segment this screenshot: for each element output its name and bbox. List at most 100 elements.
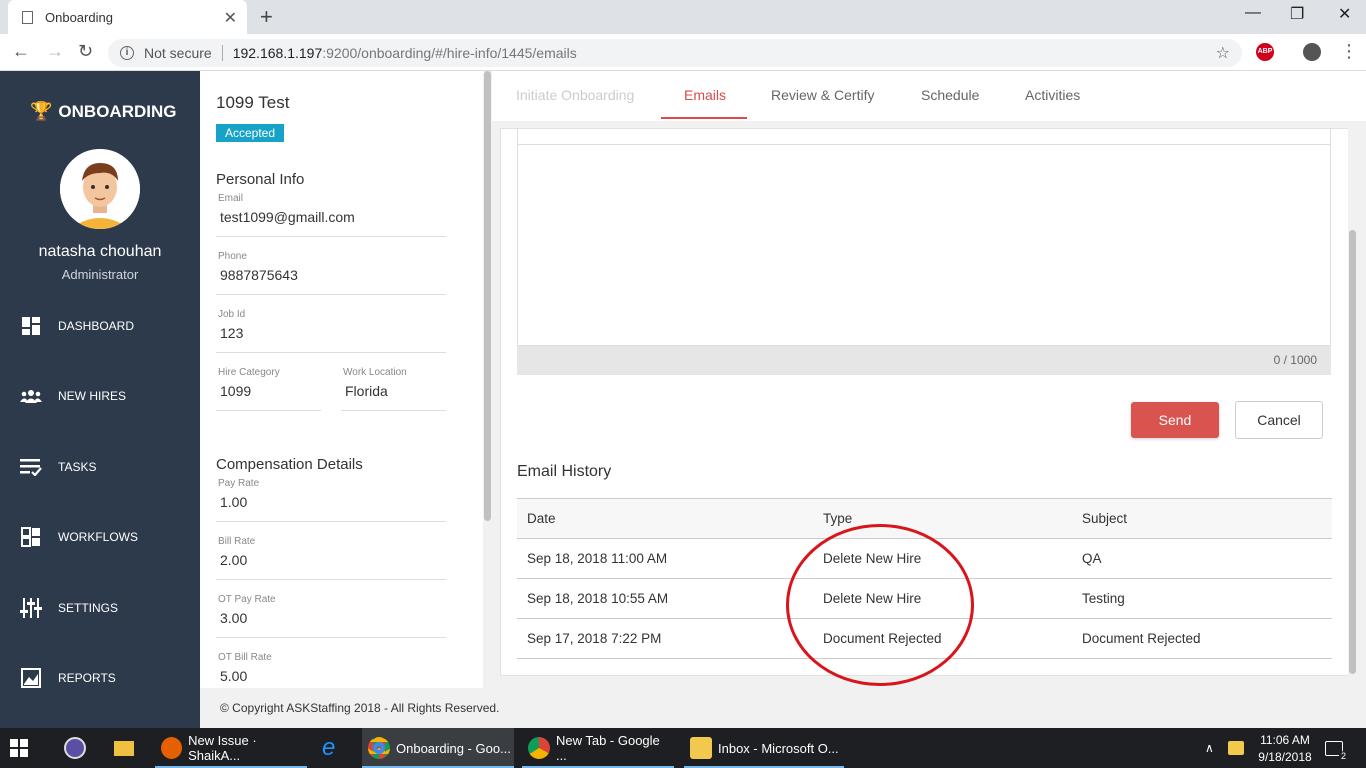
char-counter: 0 / 1000 xyxy=(517,346,1331,375)
nav-dashboard[interactable]: DASHBOARD xyxy=(20,316,134,336)
notification-count: 2 xyxy=(1338,750,1348,761)
url-host: 192.168.1.197 xyxy=(232,45,323,61)
hire-category-field: Hire Category 1099 xyxy=(216,367,321,411)
taskbar-ie[interactable]: e xyxy=(318,728,352,768)
field-value: 123 xyxy=(220,325,244,341)
back-icon[interactable]: ← xyxy=(12,41,30,62)
workflows-icon xyxy=(20,527,42,547)
windows-taskbar: New Issue · ShaikA... e Onboarding - Goo… xyxy=(0,728,1366,768)
hire-info-panel: 1099 Test Accepted Personal Info Email t… xyxy=(200,71,484,688)
main-scrollbar[interactable] xyxy=(1348,128,1357,676)
nav-settings[interactable]: SETTINGS xyxy=(20,598,118,618)
field-label: Phone xyxy=(218,251,247,262)
cancel-button[interactable]: Cancel xyxy=(1235,401,1323,439)
work-location-field: Work Location Florida xyxy=(341,367,446,411)
info-icon[interactable]: i xyxy=(120,46,134,60)
close-window-icon[interactable]: ✕ xyxy=(1338,4,1351,24)
field-value: 2.00 xyxy=(220,552,248,568)
windows-icon xyxy=(10,739,28,757)
divider xyxy=(221,45,223,61)
internet-explorer-icon: e xyxy=(322,734,336,761)
reload-icon[interactable]: ↻ xyxy=(78,41,93,62)
field-label: Bill Rate xyxy=(218,536,256,547)
avatar xyxy=(60,149,140,229)
menu-dots-icon[interactable]: ⋮ xyxy=(1340,41,1358,62)
field-label: Pay Rate xyxy=(218,478,260,489)
status-badge: Accepted xyxy=(216,124,285,142)
email-body-editor[interactable] xyxy=(517,144,1331,346)
app-logo[interactable]: 🏆 ONBOARDING xyxy=(30,101,176,122)
nav-new-hires[interactable]: NEW HIRES xyxy=(20,386,126,406)
taskbar-outlook[interactable]: Inbox - Microsoft O... xyxy=(684,728,844,768)
ot-pay-rate-field: OT Pay Rate 3.00 xyxy=(216,594,446,638)
field-value: 1099 xyxy=(220,383,252,399)
browser-tab-strip: Onboarding ✕ + — ❐ ✕ xyxy=(0,0,1366,34)
footer-copyright: © Copyright ASKStaffing 2018 - All Right… xyxy=(200,688,1366,728)
cell-date: Sep 18, 2018 11:00 AM xyxy=(517,538,813,579)
personal-info-title: Personal Info xyxy=(216,171,305,188)
chrome-icon xyxy=(368,737,390,759)
tab-activities[interactable]: Activities xyxy=(1025,87,1080,103)
taskbar-firefox[interactable]: New Issue · ShaikA... xyxy=(155,728,307,768)
reports-icon xyxy=(20,668,42,688)
email-field: Email test1099@gmaill.com xyxy=(216,193,446,237)
field-label: Work Location xyxy=(343,367,407,378)
browser-tab[interactable]: Onboarding ✕ xyxy=(8,0,247,34)
adblock-icon[interactable]: ABP xyxy=(1256,43,1274,61)
clock[interactable]: 11:06 AM 9/18/2018 xyxy=(1255,728,1315,768)
tab-initiate-onboarding[interactable]: Initiate Onboarding xyxy=(516,87,634,103)
tab-schedule[interactable]: Schedule xyxy=(921,87,979,103)
field-label: Email xyxy=(218,193,244,204)
info-panel-scrollbar[interactable] xyxy=(483,71,492,688)
close-tab-icon[interactable]: ✕ xyxy=(224,8,237,28)
app-logo-text: ONBOARDING xyxy=(58,101,177,121)
send-button[interactable]: Send xyxy=(1131,402,1219,438)
scrollbar-thumb[interactable] xyxy=(1349,230,1356,674)
trophy-icon: 🏆 xyxy=(30,101,53,121)
column-header[interactable]: Subject xyxy=(1072,498,1332,539)
page-icon xyxy=(22,10,33,24)
nav-workflows[interactable]: WORKFLOWS xyxy=(20,527,138,547)
app-icon xyxy=(64,737,86,759)
taskbar-label: New Issue · ShaikA... xyxy=(188,733,257,763)
notifications-icon[interactable]: 2 xyxy=(1325,728,1348,768)
file-explorer-button[interactable] xyxy=(110,728,144,768)
envelope-icon xyxy=(690,737,712,759)
new-tab-icon[interactable]: + xyxy=(260,4,273,30)
nav-label: WORKFLOWS xyxy=(58,530,138,544)
bill-rate-field: Bill Rate 2.00 xyxy=(216,536,446,580)
table-header-row: Date Type Subject xyxy=(517,498,1332,539)
taskbar-chrome-newtab[interactable]: New Tab - Google ... xyxy=(522,728,674,768)
forward-icon[interactable]: → xyxy=(46,41,64,62)
url-field[interactable]: i Not secure 192.168.1.197 :9200/onboard… xyxy=(108,39,1242,67)
scrollbar-thumb[interactable] xyxy=(484,71,491,521)
tray-app-icon[interactable] xyxy=(1228,728,1244,768)
clock-time: 11:06 AM xyxy=(1260,732,1310,747)
tray-chevron-icon[interactable]: ∧ xyxy=(1205,728,1214,768)
maximize-icon[interactable]: ❐ xyxy=(1290,4,1304,24)
user-name: natasha chouhan xyxy=(38,243,162,260)
nav-label: SETTINGS xyxy=(58,601,119,615)
cell-date: Sep 18, 2018 10:55 AM xyxy=(517,578,813,619)
start-button[interactable] xyxy=(10,728,40,768)
column-header[interactable]: Date xyxy=(517,498,813,539)
dashboard-icon xyxy=(20,316,42,336)
email-history-title: Email History xyxy=(517,463,612,480)
security-label: Not secure xyxy=(144,45,212,61)
bookmark-star-icon[interactable]: ☆ xyxy=(1216,43,1230,63)
clock-date: 9/18/2018 xyxy=(1258,749,1312,764)
taskbar-app-icon[interactable] xyxy=(58,728,92,768)
nav-reports[interactable]: REPORTS xyxy=(20,668,116,688)
nav-tasks[interactable]: TASKS xyxy=(20,457,96,477)
tab-review-certify[interactable]: Review & Certify xyxy=(771,87,874,103)
address-bar: ← → ↻ i Not secure 192.168.1.197 :9200/o… xyxy=(0,34,1366,71)
field-label: OT Pay Rate xyxy=(218,594,276,605)
minimize-icon[interactable]: — xyxy=(1245,4,1261,22)
taskbar-label: Onboarding - Goo... xyxy=(396,740,511,756)
editor-toolbar xyxy=(517,129,1331,145)
nav-label: TASKS xyxy=(58,460,97,474)
account-icon[interactable] xyxy=(1303,43,1321,61)
cell-date: Sep 17, 2018 7:22 PM xyxy=(517,618,813,659)
taskbar-chrome-onboarding[interactable]: Onboarding - Goo... xyxy=(362,728,514,768)
tab-emails[interactable]: Emails xyxy=(684,87,726,103)
